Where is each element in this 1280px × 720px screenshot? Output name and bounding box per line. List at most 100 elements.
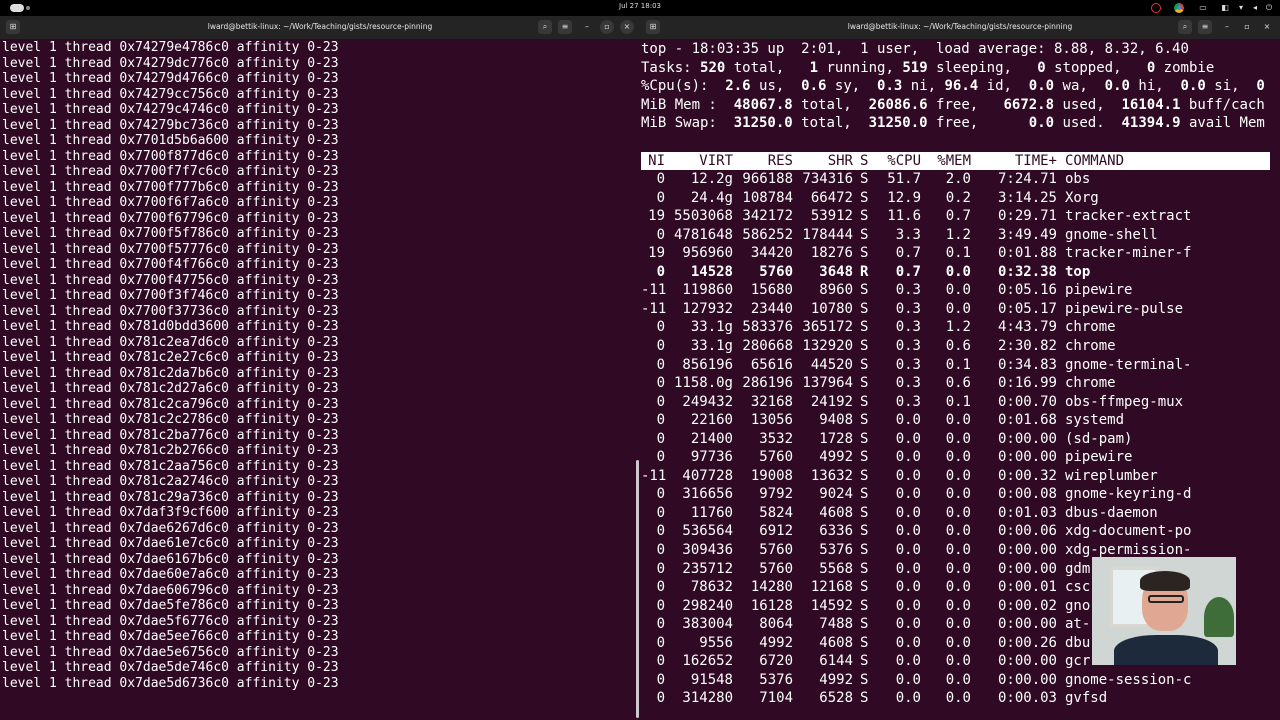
search-icon[interactable]: ⌕ [1178,20,1192,34]
cell-res: 32168 [750,393,793,410]
cell-ni: 0 [656,356,665,373]
col-mem[interactable]: %MEM [931,152,971,170]
search-icon[interactable]: ⌕ [538,20,552,34]
summary-segment: free, [927,115,1029,132]
volume-icon[interactable]: ◂ [1250,3,1260,13]
header-bar: ⊞ lward@bettik-linux: ~/Work/Teaching/gi… [0,16,640,39]
summary-segment: 41394.9 [1121,115,1181,132]
terminal-window-left[interactable]: ⊞ lward@bettik-linux: ~/Work/Teaching/gi… [0,16,640,720]
chrome-icon[interactable] [1174,3,1184,13]
cell-shr: 4608 [819,634,853,651]
hamburger-menu-icon[interactable]: ≡ [558,20,572,34]
cell-time: 0:00.70 [997,393,1057,410]
clock[interactable]: Jul 27 18:03 [0,2,1280,10]
cell-res: 65616 [750,356,793,373]
cell-shr: 53912 [810,208,853,225]
process-row[interactable]: -11 127932 23440 10780 S 0.3 0.0 0:05.17 pipewir… [641,300,1270,318]
minimize-icon[interactable]: – [580,20,594,34]
col-res[interactable]: RES [735,152,793,170]
cell-ni: 0 [656,486,665,503]
process-row[interactable]: 0 12.2g 966188 734316 S 51.7 2.0 7:24.71 obs [641,170,1270,188]
col-shr[interactable]: SHR [795,152,853,170]
col-virt[interactable]: VIRT [671,152,733,170]
cell-cmd: pipewire-pulse [1065,300,1184,317]
cell-res: 7104 [759,690,793,707]
terminal-output[interactable]: level 1 thread 0x74279e4786c0 affinity 0… [0,39,640,720]
col-cpu[interactable]: %CPU [873,152,921,170]
process-row[interactable]: 19 5503068 342172 53912 S 11.6 0.7 0:29.71 track… [641,207,1270,225]
process-row[interactable]: 0 4781648 586252 178444 S 3.3 1.2 3:49.49 gnome-… [641,226,1270,244]
terminal-line: level 1 thread 0x7dae5de746c0 affinity 0… [2,660,339,675]
process-row[interactable]: 0 21400 3532 1728 S 0.0 0.0 0:00.00 (sd-pam) [641,430,1270,448]
process-row[interactable]: 0 24.4g 108784 66472 S 12.9 0.2 3:14.25 Xorg [641,189,1270,207]
process-row[interactable]: 0 856196 65616 44520 S 0.3 0.1 0:34.83 gnome-ter… [641,356,1270,374]
close-icon[interactable]: × [1260,20,1274,34]
process-row[interactable]: -11 407728 19008 13632 S 0.0 0.0 0:00.32 wireplu… [641,467,1270,485]
summary-segment: 2.6 [725,78,751,95]
cell-s: S [860,300,869,317]
process-row[interactable]: 0 314280 7104 6528 S 0.0 0.0 0:00.03 gvfsd [641,689,1270,707]
screen-recording-icon[interactable] [1151,3,1161,13]
cell-shr: 14592 [810,597,853,614]
process-row[interactable]: 0 249432 32168 24192 S 0.3 0.1 0:00.70 obs-ffmpe… [641,393,1270,411]
terminal-line: level 1 thread 0x7700f7f7c6c0 affinity 0… [2,164,339,179]
cell-time: 2:30.82 [997,337,1057,354]
cell-mem: 2.0 [945,171,971,187]
process-row[interactable]: 0 536564 6912 6336 S 0.0 0.0 0:00.06 xdg-documen… [641,522,1270,540]
hamburger-menu-icon[interactable]: ≡ [1198,20,1212,34]
cell-s: S [860,653,869,670]
close-icon[interactable]: × [620,20,634,34]
cell-res: 8064 [759,616,793,633]
top-summary-line: Tasks: 520 total, 1 running, 519 sleepin… [641,59,1214,77]
cell-ni: 0 [656,542,665,558]
cell-virt: 9556 [699,634,733,651]
cell-cpu: 11.6 [887,208,921,225]
process-row[interactable]: 0 14528 5760 3648 R 0.7 0.0 0:32.38 top [641,263,1270,281]
maximize-icon[interactable]: ▫ [600,20,614,34]
process-row[interactable]: 0 316656 9792 9024 S 0.0 0.0 0:00.08 gnome-keyri… [641,485,1270,503]
cell-time: 0:34.83 [997,356,1057,373]
cell-cpu: 0.3 [895,356,921,373]
process-table-header[interactable]: NI VIRT RES SHR S %CPU %MEM TIME+ COMMAN… [641,152,1270,170]
summary-segment: 520 [700,59,726,76]
process-row[interactable]: 0 1158.0g 286196 137964 S 0.3 0.6 0:16.99 chrome [641,374,1270,392]
process-row[interactable]: -11 119860 15680 8960 S 0.3 0.0 0:05.16 pipewire [641,281,1270,299]
cell-s: S [860,690,869,707]
wifi-icon[interactable]: ▾ [1236,3,1246,13]
col-command[interactable]: COMMAND [1065,152,1270,170]
cell-s: S [860,671,869,688]
summary-segment: zombie [1155,59,1215,76]
cell-mem: 0.6 [945,337,971,354]
process-row[interactable]: 0 33.1g 280668 132920 S 0.3 0.6 2:30.82 chrome [641,337,1270,355]
col-ni[interactable]: NI [641,152,665,170]
cell-ni: 0 [656,171,665,187]
col-s[interactable]: S [860,152,872,170]
screen-share-icon[interactable]: ▭ [1198,3,1208,13]
power-icon[interactable]: ⏻ [1264,3,1274,13]
cell-ni: -11 [641,282,667,299]
summary-segment: ni, [902,78,945,95]
cell-virt: 162652 [682,653,733,670]
display-icon[interactable]: ◧ [1220,3,1230,13]
process-row[interactable]: 0 11760 5824 4608 S 0.0 0.0 0:01.03 dbus-daemon [641,504,1270,522]
process-row[interactable]: 0 97736 5760 4992 S 0.0 0.0 0:00.00 pipewire [641,448,1270,466]
summary-segment: used, [1054,96,1122,113]
col-time[interactable]: TIME+ [981,152,1057,170]
cell-res: 14280 [750,579,793,596]
scrollbar[interactable] [636,460,639,718]
terminal-line: level 1 thread 0x7700f3f746c0 affinity 0… [2,288,339,303]
summary-segment: 0.3 [877,78,903,95]
process-row[interactable]: 0 91548 5376 4992 S 0.0 0.0 0:00.00 gnome-sessio… [641,671,1270,689]
cell-s: S [860,579,869,596]
cell-mem: 0.0 [945,412,971,429]
minimize-icon[interactable]: – [1220,20,1234,34]
cell-s: S [860,337,869,354]
cell-cmd: gnome-terminal- [1065,356,1192,373]
process-row[interactable]: 0 33.1g 583376 365172 S 0.3 1.2 4:43.79 chrome [641,318,1270,336]
summary-segment: 96.4 [944,78,979,95]
cell-cmd: pipewire [1065,449,1133,466]
maximize-icon[interactable]: ▫ [1240,20,1254,34]
cell-ni: -11 [641,467,667,484]
process-row[interactable]: 0 22160 13056 9408 S 0.0 0.0 0:01.68 systemd [641,411,1270,429]
process-row[interactable]: 19 956960 34420 18276 S 0.7 0.1 0:01.88 tracker-… [641,244,1270,262]
